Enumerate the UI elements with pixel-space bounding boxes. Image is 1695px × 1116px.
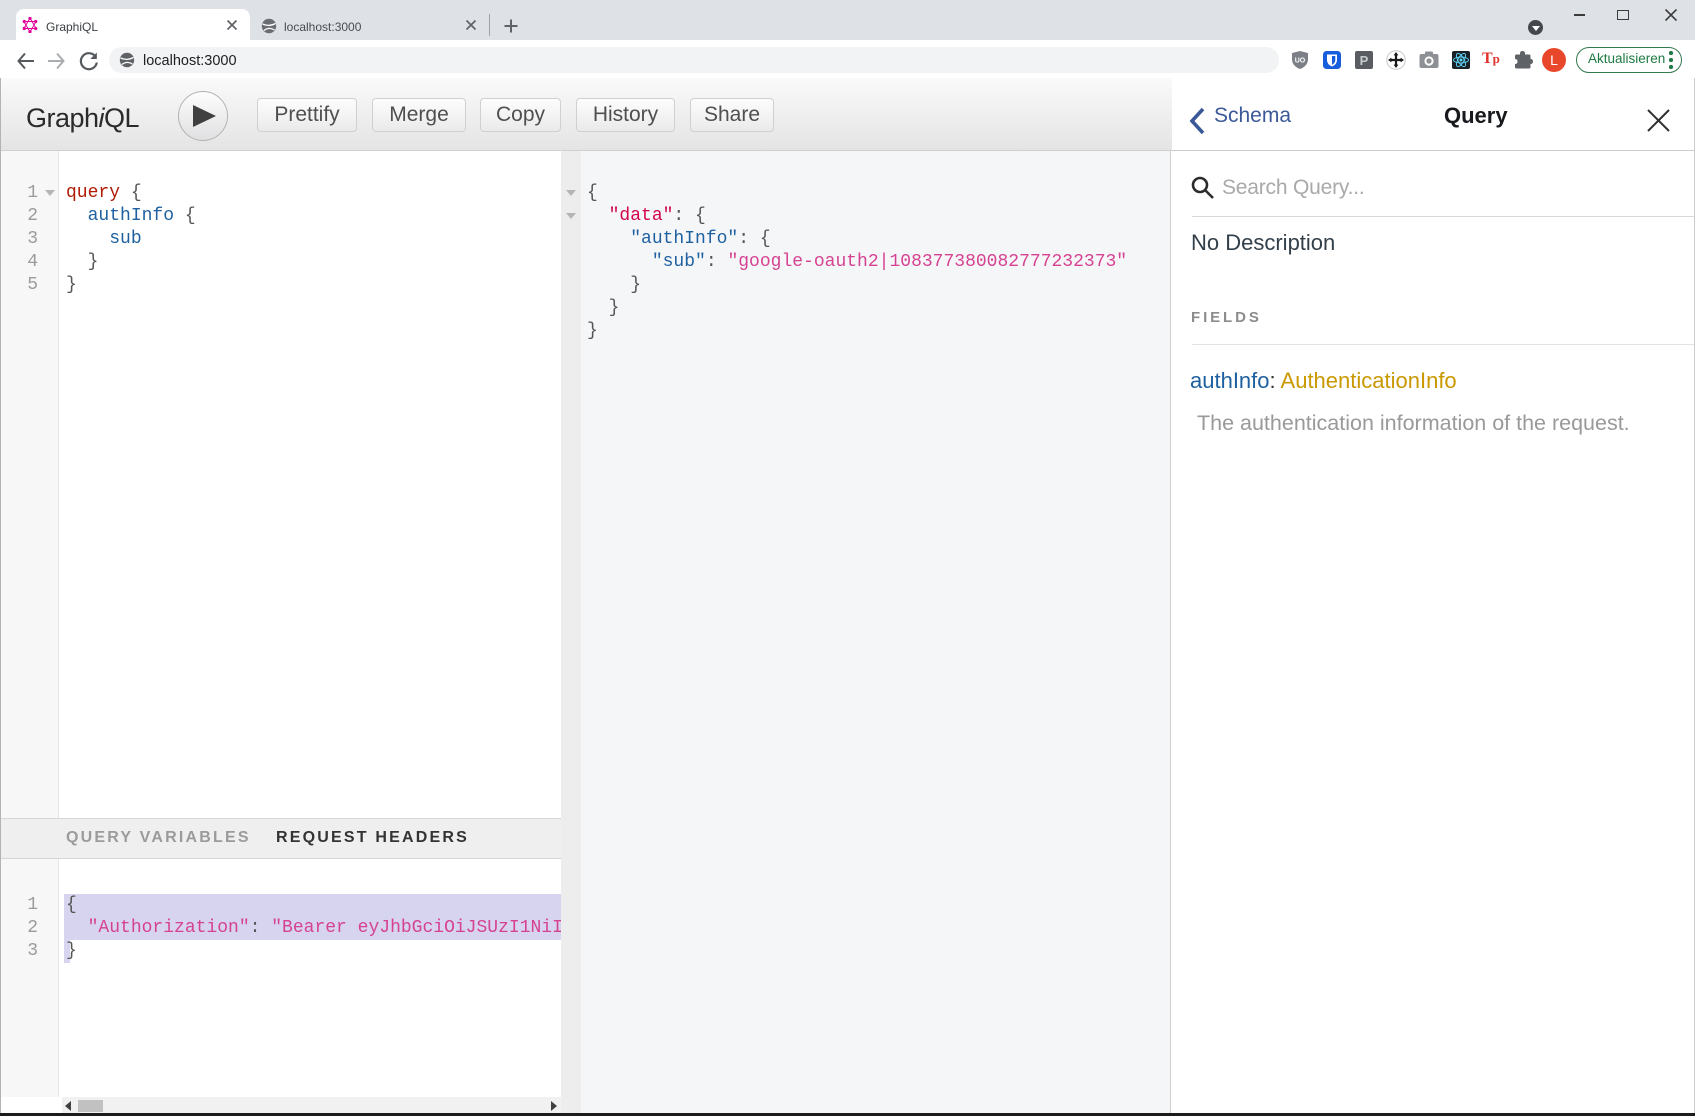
svg-text:UO: UO xyxy=(1295,58,1306,65)
svg-text:P: P xyxy=(1360,53,1369,68)
